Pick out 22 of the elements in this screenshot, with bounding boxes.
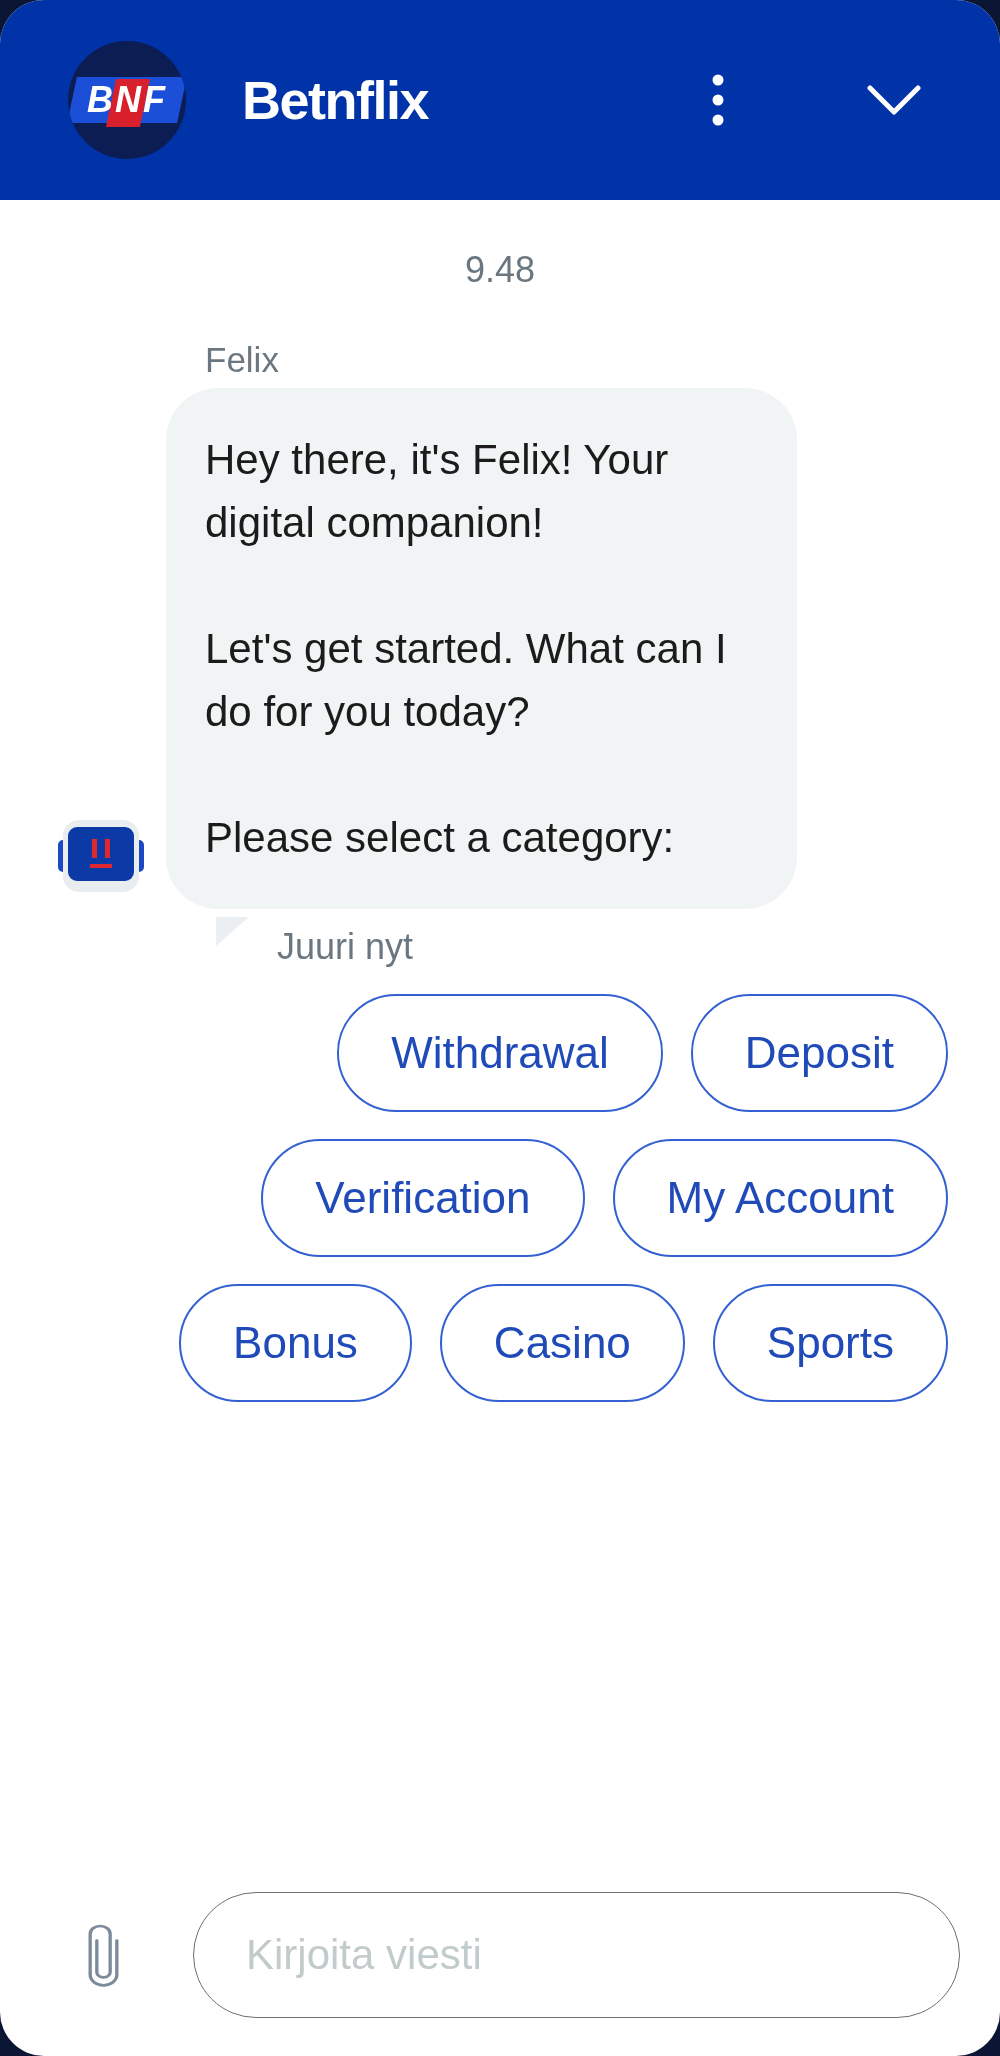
message-time: Juuri nyt: [277, 925, 414, 969]
quick-reply-button[interactable]: Sports: [712, 1284, 948, 1402]
message-text: Hey there, it's Felix! Your digital companion!: [205, 435, 670, 548]
message-text: Let's get started. What can I do for you today?: [205, 624, 728, 737]
quick-reply-button[interactable]: Deposit: [690, 994, 948, 1112]
quick-reply-button[interactable]: Verification: [261, 1139, 585, 1257]
quick-reply-button[interactable]: Casino: [439, 1284, 685, 1402]
sender-name: Felix: [205, 339, 279, 381]
brand-title: Betnflix: [242, 69, 429, 132]
more-options-button[interactable]: [712, 74, 724, 126]
timestamp: 9.48: [464, 248, 536, 292]
paperclip-icon: [86, 1922, 121, 1988]
chevron-down-icon: [867, 85, 921, 115]
attach-button[interactable]: [86, 1922, 121, 1988]
message-text: Please select a category:: [205, 813, 676, 863]
more-vertical-icon: [712, 74, 724, 126]
message-input[interactable]: Kirjoita viesti: [193, 1892, 960, 2018]
minimize-button[interactable]: [867, 85, 921, 115]
quick-reply-button[interactable]: Bonus: [179, 1284, 412, 1402]
quick-reply-button[interactable]: Withdrawal: [337, 994, 663, 1112]
quick-reply-button[interactable]: My Account: [612, 1139, 948, 1257]
robot-avatar-icon: [58, 820, 144, 892]
